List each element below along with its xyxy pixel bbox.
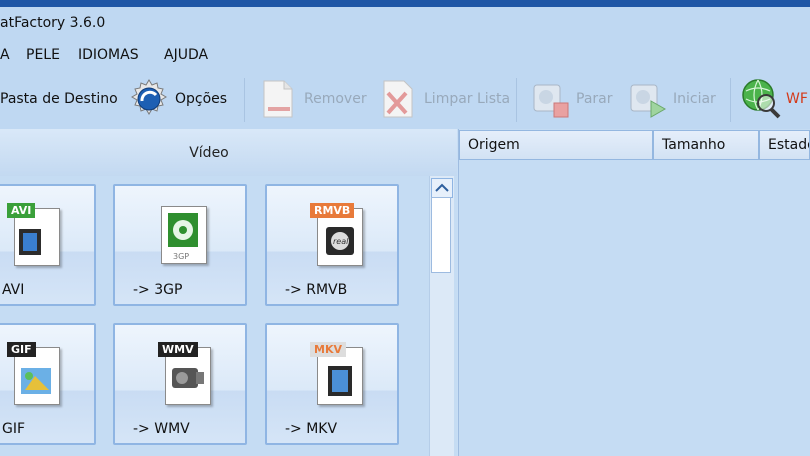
stop-label: Parar bbox=[576, 91, 613, 107]
menu-item-ajuda[interactable]: AJUDA bbox=[164, 47, 208, 63]
format-tile-label: -> WMV bbox=[133, 421, 190, 437]
menu-item-pele[interactable]: PELE bbox=[26, 47, 60, 63]
gif-file-icon: GIF bbox=[7, 342, 60, 405]
clear-list-label: Limpar Lista bbox=[424, 91, 511, 107]
remove-button[interactable]: Remover bbox=[256, 76, 367, 122]
menu-item-tarefa[interactable]: A bbox=[0, 47, 10, 63]
chevron-up-icon bbox=[435, 183, 449, 192]
rmvb-file-icon: RMVB real bbox=[310, 203, 363, 266]
scrollbar-thumb[interactable] bbox=[431, 197, 451, 273]
toolbar-separator bbox=[730, 78, 731, 122]
format-tile-label: AVI bbox=[2, 282, 25, 298]
3gp-file-icon: 3GP bbox=[161, 206, 207, 264]
format-tile-mkv[interactable]: MKV -> MKV bbox=[265, 323, 399, 445]
options-label: Opções bbox=[175, 91, 228, 107]
title-bar bbox=[0, 7, 810, 41]
format-tile-label: GIF bbox=[2, 421, 26, 437]
format-tile-avi[interactable]: AVI AVI bbox=[0, 184, 96, 306]
remove-file-icon bbox=[256, 77, 300, 121]
start-label: Iniciar bbox=[673, 91, 716, 107]
gear-icon bbox=[127, 77, 171, 121]
stop-button[interactable]: Parar bbox=[528, 76, 612, 122]
svg-text:real: real bbox=[333, 237, 349, 246]
format-tile-rmvb[interactable]: RMVB real -> RMVB bbox=[265, 184, 399, 306]
website-label: WF bbox=[786, 91, 808, 107]
video-category-title[interactable]: Vídeo bbox=[0, 145, 418, 161]
scroll-up-button[interactable] bbox=[431, 178, 453, 198]
globe-search-icon bbox=[738, 77, 782, 121]
toolbar-separator bbox=[516, 78, 517, 122]
remove-label: Remover bbox=[304, 91, 367, 107]
format-tile-label: -> RMVB bbox=[285, 282, 348, 298]
options-button[interactable]: Opções bbox=[127, 76, 227, 122]
wmv-file-icon: WMV bbox=[158, 342, 211, 405]
start-button[interactable]: Iniciar bbox=[625, 76, 716, 122]
column-header-origem[interactable]: Origem bbox=[459, 130, 653, 160]
play-icon bbox=[625, 77, 669, 121]
svg-text:3GP: 3GP bbox=[173, 252, 189, 261]
clear-list-icon bbox=[376, 77, 420, 121]
menu-item-idiomas[interactable]: IDIOMAS bbox=[78, 47, 139, 63]
format-tile-gif[interactable]: GIF GIF bbox=[0, 323, 96, 445]
clear-list-button[interactable]: Limpar Lista bbox=[376, 76, 510, 122]
website-button[interactable]: WF bbox=[738, 76, 808, 122]
output-folder-button[interactable]: Pasta de Destino bbox=[0, 76, 118, 122]
window-title: atFactory 3.6.0 bbox=[0, 15, 106, 31]
mkv-file-icon: MKV bbox=[310, 342, 363, 405]
format-tile-label: -> 3GP bbox=[133, 282, 183, 298]
format-tile-3gp[interactable]: 3GP -> 3GP bbox=[113, 184, 247, 306]
window-top-strip bbox=[0, 0, 810, 7]
format-tile-wmv[interactable]: WMV -> WMV bbox=[113, 323, 247, 445]
format-tile-label: -> MKV bbox=[285, 421, 338, 437]
column-header-tamanho[interactable]: Tamanho bbox=[653, 130, 759, 160]
output-folder-label: Pasta de Destino bbox=[0, 91, 118, 107]
task-list bbox=[458, 129, 810, 456]
toolbar-separator bbox=[244, 78, 245, 122]
stop-icon bbox=[528, 77, 572, 121]
column-header-estado[interactable]: Estado bbox=[759, 130, 810, 160]
avi-file-icon: AVI bbox=[7, 203, 60, 266]
